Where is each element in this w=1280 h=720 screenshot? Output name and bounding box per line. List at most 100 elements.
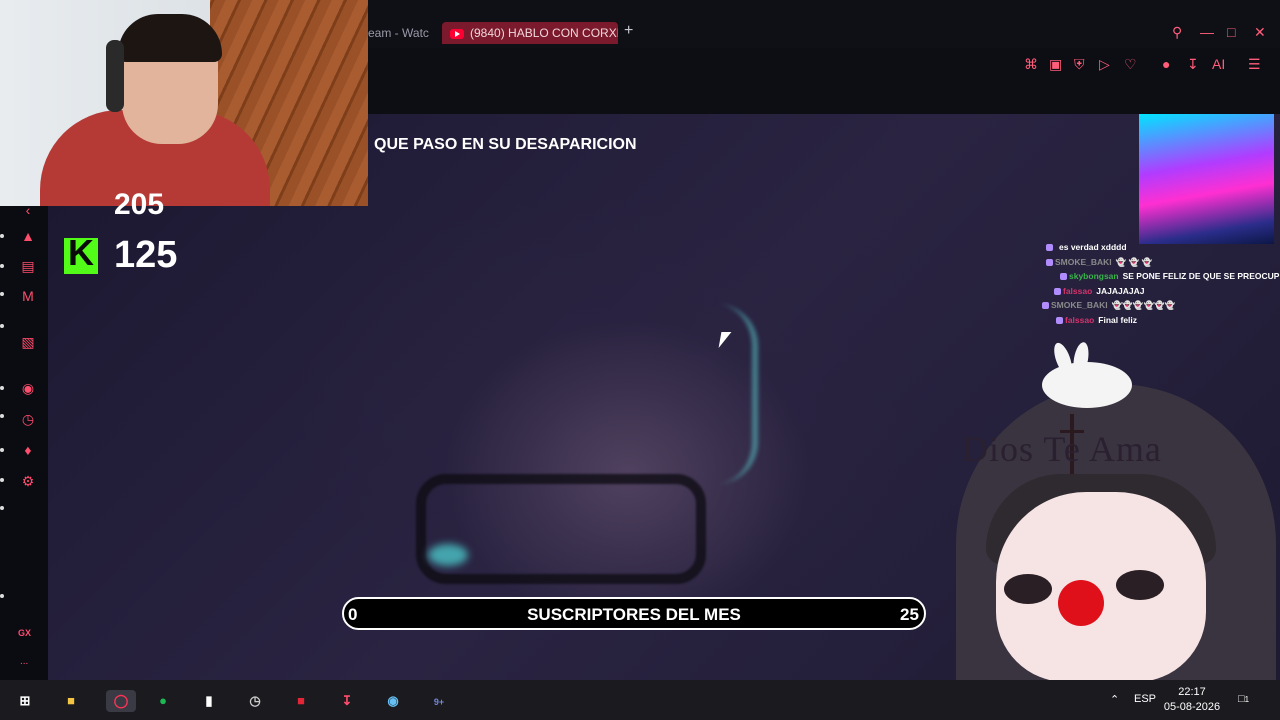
language-indicator[interactable]: ESP [1134,693,1156,705]
history-icon[interactable]: ◷ [18,409,38,429]
clock-app-icon[interactable]: ◷ [244,690,266,712]
audio-app-icon[interactable]: ▮ [198,690,220,712]
youtube-icon [450,28,464,39]
badge-icon [1046,244,1053,252]
red-app-icon[interactable]: ■ [290,690,312,712]
chat-message: SMOKE_BAKI 👻 👻 👻 [1040,257,1280,272]
profile-icon[interactable]: ● [1162,56,1170,72]
badge-icon [1054,287,1061,295]
search-icon[interactable]: ⚲ [1172,24,1182,41]
heart-icon[interactable]: ♡ [1124,56,1137,73]
windows-taskbar [0,680,1280,720]
bunny-icon [1030,340,1140,408]
badge-icon [1046,258,1053,266]
video-glasses-shape [416,474,706,584]
tab-label: (9840) HABLO CON CORXE [470,26,618,40]
chat-text: JAJAJAJAJ [1096,285,1145,296]
tab-label: eam - Watc [368,26,429,40]
sidebar-indicator [0,506,4,510]
dios-te-ama-text: Dios Te Ama [962,429,1162,469]
clown-nose [1058,580,1104,626]
video-light-reflection [428,544,468,566]
sidebar-indicator [0,594,4,598]
badge-icon [1060,273,1067,281]
gmail-icon[interactable]: M [18,286,38,306]
discord-badge: 9+ [433,697,445,707]
kick-logo-letter: K [68,232,94,273]
chat-user: skybongsan [1069,271,1119,281]
chat-message: SMOKE_BAKI 👻👻👻👻👻👻 [1040,300,1280,315]
tab-twitch-stream[interactable]: eam - Watc [368,22,432,44]
twitch-icon[interactable]: ▧ [18,332,38,352]
snapshot-icon[interactable]: ▣ [1049,56,1062,73]
sidebar-indicator [0,448,4,452]
chat-text: 👻👻👻👻👻👻 [1111,300,1176,310]
sidebar-indicator [0,386,4,390]
kick-viewer-count: 125 [114,234,178,276]
chat-text: Final feliz [1098,314,1138,325]
shield-icon[interactable]: ⛨ [1074,56,1085,73]
chat-text: SE PONE FELIZ DE QUE SE PREOCUP [1122,271,1280,281]
webcam-overlay [0,0,368,206]
download-app-icon[interactable]: ↧ [336,690,358,712]
chat-user: falssao [1065,314,1095,325]
sidebar-indicator [0,264,4,268]
player-icon[interactable]: ◉ [18,378,38,398]
video-headphone-shape [716,304,758,484]
chat-user: falssao [1063,285,1093,296]
bag-icon[interactable]: ▲ [18,226,38,246]
play-icon[interactable]: ▷ [1099,56,1110,73]
chat-text: es verdad xdddd [1059,242,1127,252]
chat-message: es verdad xdddd [1040,242,1280,257]
steam-icon[interactable]: ◉ [382,690,404,712]
chat-text: 👻 👻 👻 [1115,256,1153,267]
chat-user: SMOKE_BAKI [1051,300,1108,310]
subs-bar-label: SUSCRIPTORES DEL MES [527,605,741,624]
windows-start-icon[interactable]: ⊞ [14,690,36,712]
chat-message: falssao Final feliz [1040,315,1280,330]
spotify-icon[interactable]: ● [152,690,174,712]
avatar-eye [1116,570,1164,600]
close-icon[interactable]: ✕ [1254,24,1266,41]
chat-message: falssao JAJAJAJAJ [1040,286,1280,301]
chat-user: SMOKE_BAKI [1055,256,1112,267]
chat-overlay: es verdad xdddd SMOKE_BAKI 👻 👻 👻 skybongs… [1040,242,1280,329]
notification-count: 1 [1244,695,1250,704]
chat-message: skybongsan SE PONE FELIZ DE QUE SE PREOCU… [1040,271,1280,286]
sidebar-indicator [0,478,4,482]
extensions-icon[interactable]: ♦ [18,440,38,460]
sidebar-indicator [0,414,4,418]
pin-icon[interactable]: ⌘ [1024,56,1038,73]
subs-bar-max: 25 [900,605,919,624]
bunny-body [1042,362,1132,408]
headphones-icon [106,40,124,112]
maximize-icon[interactable]: □ [1227,24,1235,40]
clock-date: 05-08-2026 [1163,701,1221,713]
tab-youtube-active[interactable]: (9840) HABLO CON CORXE [442,22,618,44]
minimize-icon[interactable]: — [1200,24,1214,40]
avatar-eye [1004,574,1052,604]
more-icon[interactable]: ... [20,656,28,667]
sidebar-indicator [0,324,4,328]
discord-icon[interactable]: 9+ [428,690,450,712]
settings-icon[interactable]: ⚙ [18,471,38,491]
menu-icon[interactable]: ☰ [1248,56,1261,73]
gradient-panel [1139,114,1274,244]
opera-gx-icon[interactable]: ◯ [106,690,136,712]
system-clock[interactable]: 22:17 05-08-2026 [1160,685,1224,715]
gx-label: GX [18,628,32,638]
ai-button[interactable]: AI [1212,56,1225,72]
sidebar-indicator [0,292,4,296]
badge-icon [1042,302,1049,310]
sidebar-indicator [0,234,4,238]
chevron-up-icon[interactable]: ⌃ [1110,693,1119,706]
file-explorer-icon[interactable]: ■ [60,690,82,712]
download-icon[interactable]: ↧ [1187,56,1199,73]
badge-icon [1056,316,1063,324]
twitch-viewer-count: 205 [114,188,165,218]
notification-icon[interactable]: □1 [1238,693,1249,705]
new-tab-button[interactable]: + [624,22,633,40]
ai-label: AI [1212,56,1226,72]
news-icon[interactable]: ▤ [18,256,38,276]
webcam-person-hair [118,14,222,62]
